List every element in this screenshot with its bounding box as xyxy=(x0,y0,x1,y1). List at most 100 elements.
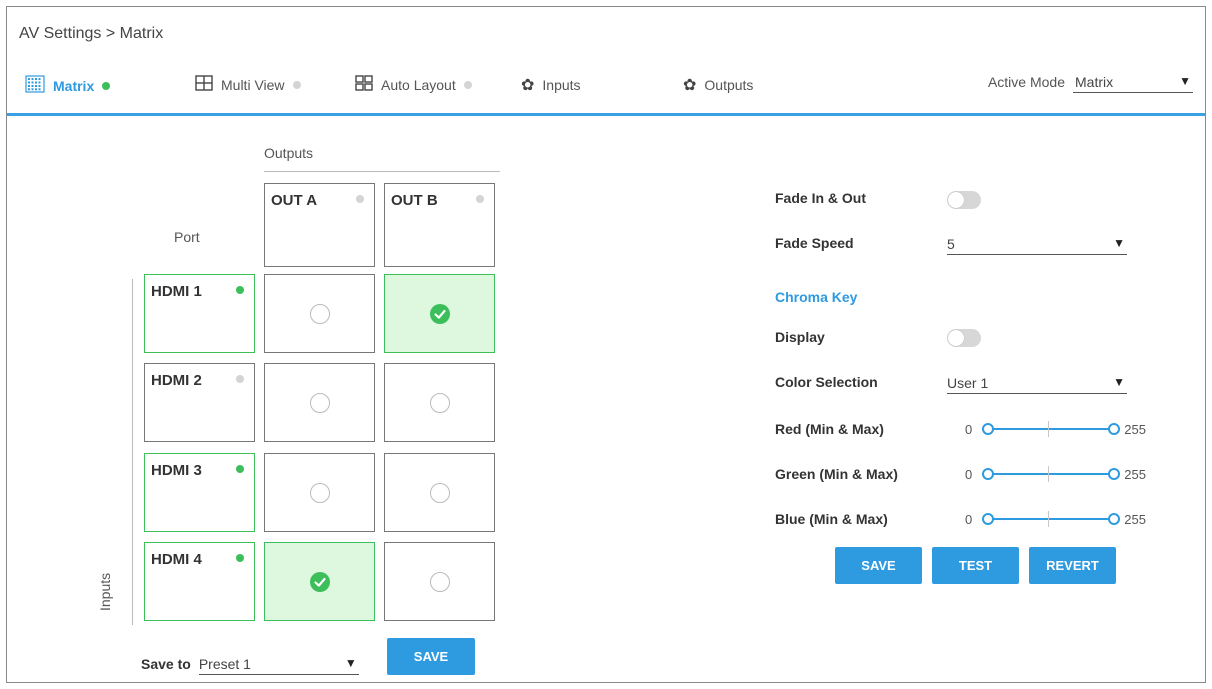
input-status-dot xyxy=(236,554,244,562)
check-circle-icon[interactable] xyxy=(310,572,330,592)
fade-in-out-toggle[interactable] xyxy=(947,191,981,209)
green-slider-track[interactable] xyxy=(982,466,1121,482)
input-label: HDMI 4 xyxy=(151,551,202,568)
matrix-status-dot xyxy=(102,81,111,90)
active-mode-select[interactable]: Matrix ▼ xyxy=(1073,71,1193,93)
preset-select[interactable]: Preset 1 ▼ xyxy=(198,653,359,675)
red-slider-track[interactable] xyxy=(982,421,1121,437)
chroma-key-heading: Chroma Key xyxy=(775,289,858,305)
outputs-heading: Outputs xyxy=(264,145,500,172)
route-cell-hdmi2-outb[interactable] xyxy=(384,363,495,442)
green-min-value: 0 xyxy=(965,466,973,482)
output-label: OUT A xyxy=(271,192,318,209)
route-radio[interactable] xyxy=(430,483,450,503)
route-radio[interactable] xyxy=(430,393,450,413)
red-range-label: Red (Min & Max) xyxy=(775,421,884,437)
red-min-value: 0 xyxy=(965,421,973,437)
route-cell-hdmi1-outa[interactable] xyxy=(264,274,375,353)
route-cell-hdmi2-outa[interactable] xyxy=(264,363,375,442)
red-max-value: 255 xyxy=(1124,421,1146,437)
route-cell-hdmi1-outb[interactable] xyxy=(384,274,495,353)
input-label: HDMI 1 xyxy=(151,283,202,300)
tab-inputs[interactable]: ✿ Inputs xyxy=(521,75,581,95)
chevron-down-icon: ▼ xyxy=(344,656,357,670)
blue-max-handle[interactable] xyxy=(1108,513,1121,525)
save-button[interactable]: SAVE xyxy=(835,547,922,584)
save-preset-button[interactable]: SAVE xyxy=(387,638,475,675)
route-radio[interactable] xyxy=(310,483,330,503)
color-selection-select[interactable]: User 1 ▼ xyxy=(947,372,1127,394)
color-selection-value: User 1 xyxy=(947,374,989,391)
output-header-out-b[interactable]: OUT B xyxy=(384,183,495,267)
output-label: OUT B xyxy=(391,192,438,209)
red-max-handle[interactable] xyxy=(1108,423,1121,435)
gear-icon: ✿ xyxy=(521,77,535,94)
blue-min-handle[interactable] xyxy=(982,513,995,525)
auto-layout-status-dot xyxy=(463,80,472,89)
blue-slider-track[interactable] xyxy=(982,511,1121,527)
gear-icon: ✿ xyxy=(683,77,697,94)
tab-outputs-label: Outputs xyxy=(704,77,754,93)
route-cell-hdmi3-outb[interactable] xyxy=(384,453,495,532)
tab-matrix-label: Matrix xyxy=(53,77,95,94)
tab-auto-layout[interactable]: Auto Layout xyxy=(355,75,472,94)
display-label: Display xyxy=(775,329,825,345)
active-mode: Active Mode Matrix ▼ xyxy=(988,71,1193,93)
chevron-down-icon: ▼ xyxy=(1113,375,1125,389)
toggle-knob xyxy=(948,192,964,208)
red-min-handle[interactable] xyxy=(982,423,995,435)
green-range-label: Green (Min & Max) xyxy=(775,466,898,482)
input-status-dot xyxy=(236,375,244,383)
blue-max-value: 255 xyxy=(1124,511,1146,527)
multi-view-status-dot xyxy=(292,80,301,89)
breadcrumb: AV Settings > Matrix xyxy=(19,25,164,42)
tab-outputs[interactable]: ✿ Outputs xyxy=(683,75,753,95)
route-cell-hdmi4-outb[interactable] xyxy=(384,542,495,621)
output-status-dot xyxy=(476,195,484,203)
test-button[interactable]: TEST xyxy=(932,547,1019,584)
app-window: AV Settings > Matrix Matrix Multi View A… xyxy=(6,6,1206,683)
preset-value: Preset 1 xyxy=(198,655,251,672)
slider-range-fill xyxy=(988,428,1115,430)
input-hdmi-3[interactable]: HDMI 3 xyxy=(144,453,255,532)
chevron-down-icon: ▼ xyxy=(1179,74,1191,88)
fade-speed-label: Fade Speed xyxy=(775,235,854,251)
route-radio[interactable] xyxy=(310,304,330,324)
output-header-out-a[interactable]: OUT A xyxy=(264,183,375,267)
fade-speed-value: 5 xyxy=(947,235,955,252)
tab-inputs-label: Inputs xyxy=(542,77,581,93)
green-min-handle[interactable] xyxy=(982,468,995,480)
route-cell-hdmi4-outa[interactable] xyxy=(264,542,375,621)
fade-in-out-label: Fade In & Out xyxy=(775,190,866,206)
input-hdmi-4[interactable]: HDMI 4 xyxy=(144,542,255,621)
slider-range-fill xyxy=(988,518,1115,520)
matrix-grid-icon xyxy=(25,75,45,96)
slider-range-fill xyxy=(988,473,1115,475)
fade-speed-select[interactable]: 5 ▼ xyxy=(947,233,1127,255)
tab-multi-view-label: Multi View xyxy=(221,76,285,93)
inputs-label: Inputs xyxy=(97,572,113,611)
blue-range-label: Blue (Min & Max) xyxy=(775,511,888,527)
auto-layout-icon xyxy=(355,75,373,94)
slider-midpoint-tick xyxy=(1048,511,1050,527)
revert-button[interactable]: REVERT xyxy=(1029,547,1116,584)
blue-min-value: 0 xyxy=(965,511,973,527)
route-radio[interactable] xyxy=(310,393,330,413)
green-max-handle[interactable] xyxy=(1108,468,1121,480)
tab-underline xyxy=(7,113,1205,116)
tab-auto-layout-label: Auto Layout xyxy=(381,76,456,93)
color-selection-label: Color Selection xyxy=(775,374,878,390)
input-hdmi-1[interactable]: HDMI 1 xyxy=(144,274,255,353)
tab-matrix[interactable]: Matrix xyxy=(25,75,111,96)
multi-view-icon xyxy=(195,75,213,94)
check-circle-icon[interactable] xyxy=(430,304,450,324)
route-radio[interactable] xyxy=(430,572,450,592)
inputs-divider xyxy=(132,279,133,625)
route-cell-hdmi3-outa[interactable] xyxy=(264,453,375,532)
toggle-knob xyxy=(948,330,964,346)
display-toggle[interactable] xyxy=(947,329,981,347)
input-hdmi-2[interactable]: HDMI 2 xyxy=(144,363,255,442)
input-label: HDMI 2 xyxy=(151,372,202,389)
port-label: Port xyxy=(174,229,200,245)
tab-multi-view[interactable]: Multi View xyxy=(195,75,301,94)
